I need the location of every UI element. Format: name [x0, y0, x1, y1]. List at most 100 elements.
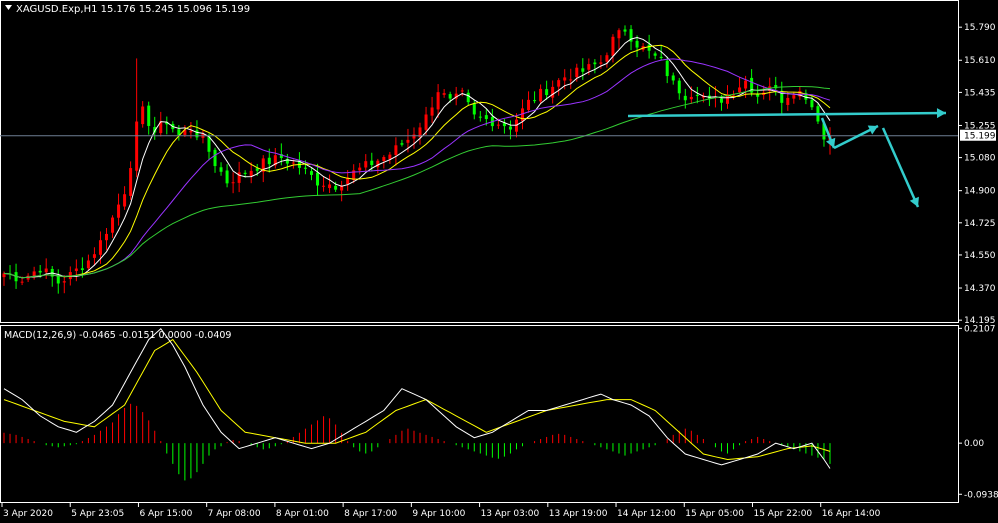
candle-body: [328, 184, 332, 189]
candle-body: [581, 68, 585, 72]
candle-body: [303, 167, 307, 169]
price-tick-label: 14.550: [964, 251, 996, 261]
candle-body: [322, 185, 326, 187]
candle-body: [364, 161, 368, 168]
chart-title: XAGUSD.Exp,H1 15.176 15.245 15.096 15.19…: [16, 4, 250, 15]
candle-body: [677, 80, 681, 94]
candle-body: [786, 97, 790, 105]
candle-body: [74, 268, 78, 271]
candle-body: [255, 168, 259, 171]
time-tick-label: 9 Apr 10:00: [412, 509, 465, 519]
candle-body: [207, 136, 211, 152]
candle-body: [141, 106, 145, 125]
candle-body: [569, 79, 573, 81]
candle-body: [62, 281, 66, 283]
macd-tick-label: 0.00: [964, 439, 984, 449]
candle-body: [424, 114, 428, 130]
candle-body: [98, 240, 102, 255]
candle-body: [599, 62, 603, 64]
price-tick-label: 14.725: [964, 219, 996, 229]
candle-body: [539, 88, 543, 102]
candle-body: [527, 99, 531, 111]
time-tick-label: 16 Apr 14:00: [822, 509, 881, 519]
candle-body: [484, 115, 488, 120]
candle-body: [593, 62, 597, 65]
candle-body: [358, 167, 362, 171]
candle-body: [617, 30, 621, 39]
candle-body: [316, 172, 320, 186]
current-price-box: 15.199: [960, 129, 996, 142]
price-tick-label: 14.900: [964, 187, 996, 197]
time-tick-label: 3 Apr 2020: [3, 509, 53, 519]
candle-body: [56, 275, 60, 284]
candle-body: [587, 64, 591, 70]
candle-body: [189, 130, 193, 133]
time-tick-label: 8 Apr 17:00: [344, 509, 397, 519]
time-tick-label: 5 Apr 23:05: [71, 509, 124, 519]
candle-body: [496, 124, 500, 126]
candle-body: [44, 268, 48, 273]
candle-body: [412, 134, 416, 139]
candle-body: [129, 168, 133, 196]
candle-body: [430, 107, 434, 116]
price-tick-label: 15.080: [964, 154, 996, 164]
candle-body: [400, 143, 404, 145]
time-tick-label: 6 Apr 15:00: [139, 509, 192, 519]
candle-body: [123, 194, 127, 207]
candle-body: [195, 130, 199, 138]
candle-body: [249, 170, 253, 176]
macd-tick-label: -0.0938: [964, 490, 998, 500]
price-tick-label: 15.435: [964, 88, 996, 98]
candle-body: [117, 204, 121, 218]
time-tick-label: 15 Apr 05:00: [685, 509, 744, 519]
candle-body: [309, 171, 313, 175]
candle-body: [647, 44, 651, 51]
chart-window: XAGUSD.Exp,H1 15.176 15.245 15.096 15.19…: [0, 0, 998, 523]
candle-body: [104, 233, 108, 241]
candle-body: [695, 94, 699, 96]
candle-body: [86, 260, 90, 269]
time-tick-label: 13 Apr 03:00: [481, 509, 540, 519]
candle-body: [135, 121, 139, 171]
candle-body: [334, 185, 338, 190]
candle-body: [508, 126, 512, 130]
candle-body: [231, 182, 235, 184]
candle-body: [436, 92, 440, 110]
candle-body: [611, 36, 615, 56]
candle-body: [111, 217, 115, 233]
candle-body: [719, 98, 723, 103]
candle-body: [388, 154, 392, 160]
candle-body: [394, 145, 398, 155]
candle-body: [563, 77, 567, 81]
candle-body: [810, 99, 814, 108]
price-tick-label: 14.370: [964, 284, 996, 294]
macd-label: MACD(12,26,9) -0.0465 -0.0151 0.0000 -0.…: [4, 330, 231, 341]
candle-body: [291, 162, 295, 164]
candle-body: [671, 75, 675, 81]
candle-body: [472, 103, 476, 115]
price-tick-label: 15.610: [964, 56, 996, 66]
candle-body: [478, 116, 482, 118]
candle-body: [267, 157, 271, 165]
candle-body: [689, 97, 693, 100]
candle-body: [557, 80, 561, 87]
candle-body: [243, 172, 247, 174]
candle-body: [460, 90, 464, 92]
candle-body: [653, 53, 657, 56]
price-tick-label: 15.790: [964, 23, 996, 33]
candle-body: [683, 95, 687, 101]
chart-background: [0, 0, 998, 523]
candle-body: [20, 281, 24, 283]
candle-body: [635, 40, 639, 48]
candle-body: [382, 157, 386, 161]
time-tick-label: 15 Apr 22:00: [753, 509, 812, 519]
candle-body: [575, 67, 579, 78]
candle-body: [533, 100, 537, 102]
candle-body: [605, 55, 609, 62]
candle-body: [466, 92, 470, 103]
candle-body: [219, 167, 223, 172]
candle-body: [213, 149, 217, 167]
candle-body: [38, 270, 42, 273]
candle-body: [448, 94, 452, 99]
candle-body: [659, 56, 663, 59]
